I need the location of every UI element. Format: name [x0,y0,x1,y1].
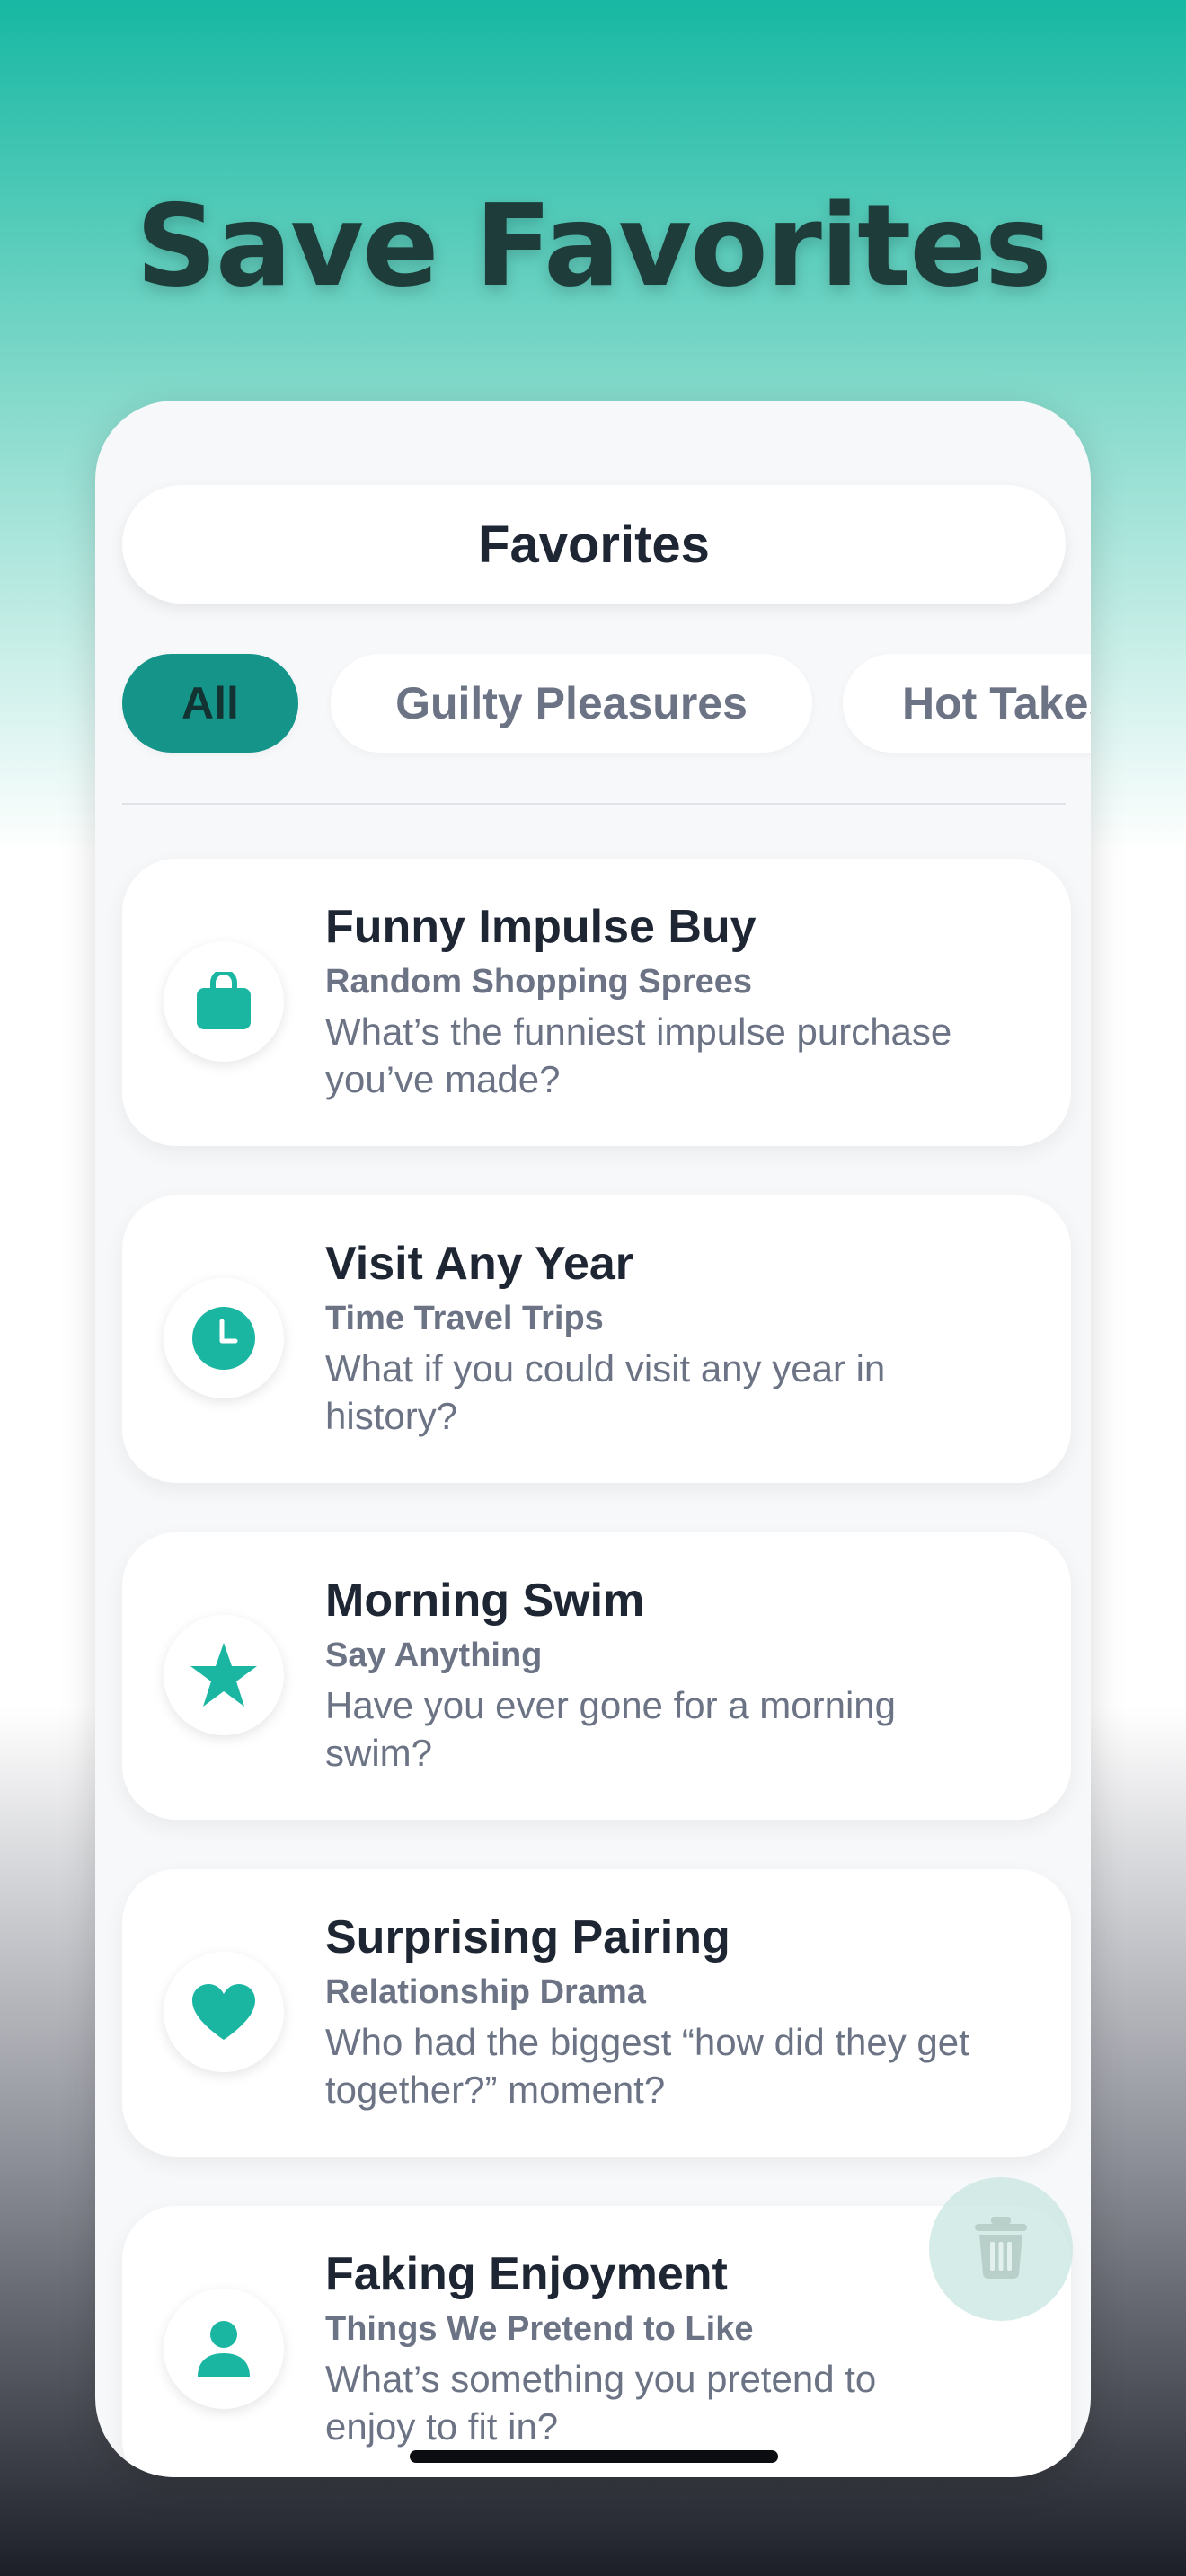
tab-guilty-pleasures[interactable]: Guilty Pleasures [331,654,812,753]
card-title: Funny Impulse Buy [325,901,757,953]
card-question: Have you ever gone for a morning swim? [325,1684,897,1774]
star-icon [164,1615,284,1735]
category-tabs: All Guilty Pleasures Hot Takes [122,654,1091,753]
tab-hot-takes[interactable]: Hot Takes [843,654,1091,753]
card-question: Who had the biggest “how did they get to… [325,2021,969,2111]
favorite-card[interactable]: Funny Impulse Buy Random Shopping Sprees… [122,859,1071,1146]
card-category: Things We Pretend to Like [325,2310,754,2348]
card-question: What if you could visit any year in hist… [325,1347,886,1437]
card-category: Time Travel Trips [325,1300,604,1337]
home-indicator [410,2450,778,2463]
tab-all[interactable]: All [122,654,298,753]
shopping-bag-icon [164,941,284,1062]
card-category: Relationship Drama [325,1973,646,2011]
card-category: Random Shopping Sprees [325,963,753,1001]
page-title: Favorites [122,485,1066,604]
card-title: Visit Any Year [325,1238,634,1290]
heart-icon [164,1952,284,2072]
card-question: What’s something you pretend to enjoy to… [325,2358,877,2448]
divider [122,803,1066,805]
favorite-card[interactable]: Surprising Pairing Relationship Drama Wh… [122,1869,1071,2157]
card-title: Morning Swim [325,1575,645,1627]
card-question: What’s the funniest impulse purchase you… [325,1010,952,1100]
favorite-card[interactable]: Morning Swim Say Anything Have you ever … [122,1532,1071,1820]
person-icon [164,2289,284,2409]
phone-screen: Favorites All Guilty Pleasures Hot Takes… [95,401,1091,2477]
card-title: Surprising Pairing [325,1911,730,1963]
headline: Save Favorites [136,180,1052,312]
clock-icon [164,1278,284,1398]
card-category: Say Anything [325,1636,543,1674]
favorite-card[interactable]: Visit Any Year Time Travel Trips What if… [122,1195,1071,1483]
delete-button[interactable] [929,2177,1073,2321]
trash-icon [973,2215,1029,2284]
